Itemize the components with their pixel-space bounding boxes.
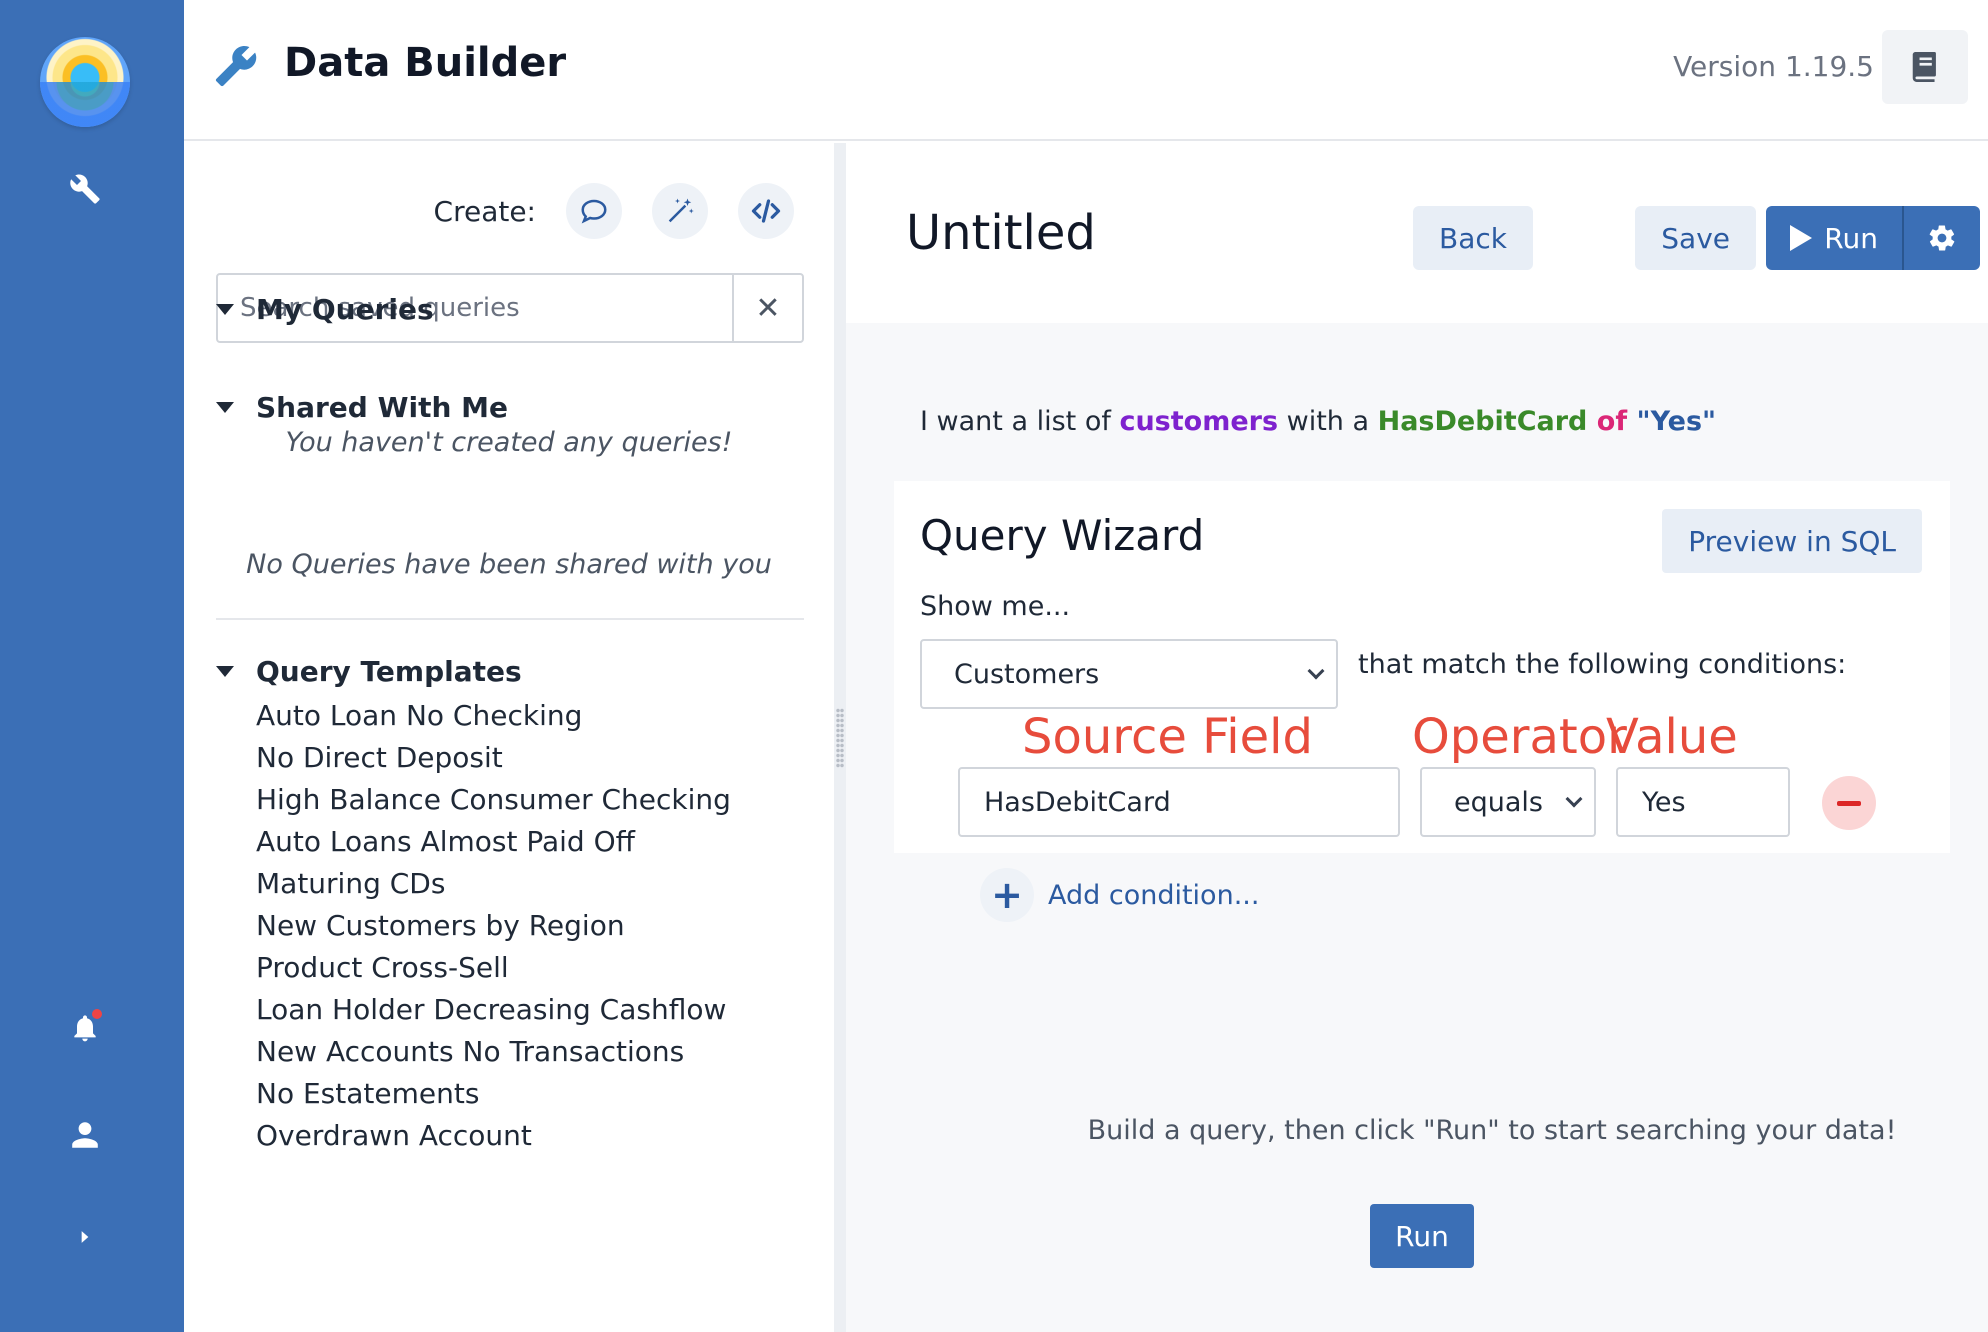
code-icon (751, 199, 781, 223)
section-title: Shared With Me (256, 391, 508, 424)
drag-handle-icon[interactable] (836, 708, 844, 768)
sentence-operator: of (1587, 406, 1637, 437)
wrench-icon[interactable] (62, 166, 108, 212)
template-item[interactable]: Auto Loan No Checking (256, 695, 731, 737)
run-hint: Build a query, then click "Run" to start… (1087, 1115, 1897, 1146)
play-icon (1790, 225, 1813, 251)
caret-down-icon (216, 666, 234, 677)
page-title: Data Builder (284, 40, 567, 86)
create-sql-button[interactable] (738, 183, 794, 239)
value-input[interactable]: Yes (1616, 767, 1790, 837)
plus-icon: + (980, 868, 1034, 922)
back-button[interactable]: Back (1413, 206, 1533, 270)
operator-label: Operator (1412, 709, 1627, 765)
gear-icon (1929, 225, 1955, 251)
operator-select-value: equals (1454, 786, 1543, 818)
entity-select-value: Customers (954, 658, 1100, 690)
template-item[interactable]: No Direct Deposit (256, 737, 731, 779)
template-item[interactable]: Auto Loans Almost Paid Off (256, 821, 731, 863)
chevron-down-icon (1307, 662, 1325, 680)
save-button[interactable]: Save (1635, 206, 1756, 270)
query-sentence: I want a list of customers with a HasDeb… (920, 406, 1716, 437)
editor-toolbar: Untitled Back Save Run (846, 143, 1988, 323)
shared-empty: No Queries have been shared with you (246, 549, 772, 580)
value-label: Value (1606, 709, 1738, 765)
query-editor-panel: Untitled Back Save Run I want a list of … (846, 143, 1988, 1332)
clear-search-button[interactable]: ✕ (732, 275, 802, 341)
top-header: Data Builder Version 1.19.5 (184, 0, 1988, 141)
chevron-right-icon[interactable] (62, 1214, 108, 1260)
add-condition-label: Add condition... (1048, 879, 1260, 911)
run-button[interactable]: Run (1766, 206, 1902, 270)
notification-badge (92, 1009, 102, 1019)
sentence-entity: customers (1119, 406, 1279, 437)
template-item[interactable]: New Customers by Region (256, 905, 731, 947)
section-title: My Queries (256, 293, 434, 326)
panel-splitter[interactable] (834, 143, 846, 1332)
bell-icon[interactable] (62, 1005, 108, 1051)
run-button-group: Run (1766, 206, 1980, 270)
entity-select[interactable]: Customers (920, 639, 1338, 709)
run-settings-button[interactable] (1902, 206, 1980, 270)
book-icon (1912, 52, 1936, 82)
my-queries-empty: You haven't created any queries! (285, 427, 733, 458)
query-wizard: Query Wizard Preview in SQL Show me... C… (894, 481, 1950, 922)
run-button-secondary[interactable]: Run (1370, 1204, 1474, 1268)
template-item[interactable]: High Balance Consumer Checking (256, 779, 731, 821)
app-logo[interactable] (40, 37, 130, 127)
create-wizard-button[interactable] (652, 183, 708, 239)
sentence-text: with a (1278, 406, 1378, 437)
my-queries-header[interactable]: My Queries (216, 293, 434, 326)
template-item[interactable]: Product Cross-Sell (256, 947, 731, 989)
query-templates-header[interactable]: Query Templates (216, 655, 522, 688)
shared-with-me-header[interactable]: Shared With Me (216, 391, 508, 424)
source-field-input[interactable]: HasDebitCard (958, 767, 1400, 837)
caret-down-icon (216, 402, 234, 413)
wizard-title: Query Wizard (920, 511, 1205, 560)
speech-bubble-icon (581, 199, 607, 224)
template-list: Auto Loan No Checking No Direct Deposit … (256, 695, 731, 1157)
template-item[interactable]: New Accounts No Transactions (256, 1031, 731, 1073)
preview-sql-button[interactable]: Preview in SQL (1662, 509, 1922, 573)
create-label: Create: (433, 194, 536, 228)
saved-queries-panel: Create: ✕ My Queries You haven't created… (184, 143, 834, 1332)
documentation-button[interactable] (1882, 30, 1968, 104)
add-condition-button[interactable]: + Add condition... (980, 868, 1259, 922)
template-item[interactable]: No Estatements (256, 1073, 731, 1115)
magic-wand-icon (668, 198, 694, 223)
run-label: Run (1824, 221, 1878, 255)
template-item[interactable]: Maturing CDs (256, 863, 731, 905)
divider (216, 618, 804, 620)
section-title: Query Templates (256, 655, 522, 688)
sentence-field: HasDebitCard (1377, 406, 1588, 437)
source-field-label: Source Field (1022, 709, 1313, 765)
operator-select[interactable]: equals (1420, 767, 1596, 837)
create-row: Create: (434, 183, 794, 239)
sentence-value: "Yes" (1636, 406, 1717, 437)
caret-down-icon (216, 304, 234, 315)
minus-icon (1837, 800, 1861, 806)
match-conditions-text: that match the following conditions: (1358, 649, 1847, 680)
query-title[interactable]: Untitled (906, 205, 1096, 261)
template-item[interactable]: Loan Holder Decreasing Cashflow (256, 989, 731, 1031)
create-natural-language-button[interactable] (566, 183, 622, 239)
wrench-icon (215, 46, 257, 87)
version-label: Version 1.19.5 (1673, 50, 1874, 83)
user-icon[interactable] (62, 1112, 108, 1158)
show-me-label: Show me... (920, 591, 1071, 622)
chevron-down-icon (1565, 790, 1583, 808)
remove-condition-button[interactable] (1822, 776, 1876, 830)
left-rail (0, 0, 184, 1332)
sentence-text: I want a list of (920, 406, 1120, 437)
template-item[interactable]: Overdrawn Account (256, 1115, 731, 1157)
